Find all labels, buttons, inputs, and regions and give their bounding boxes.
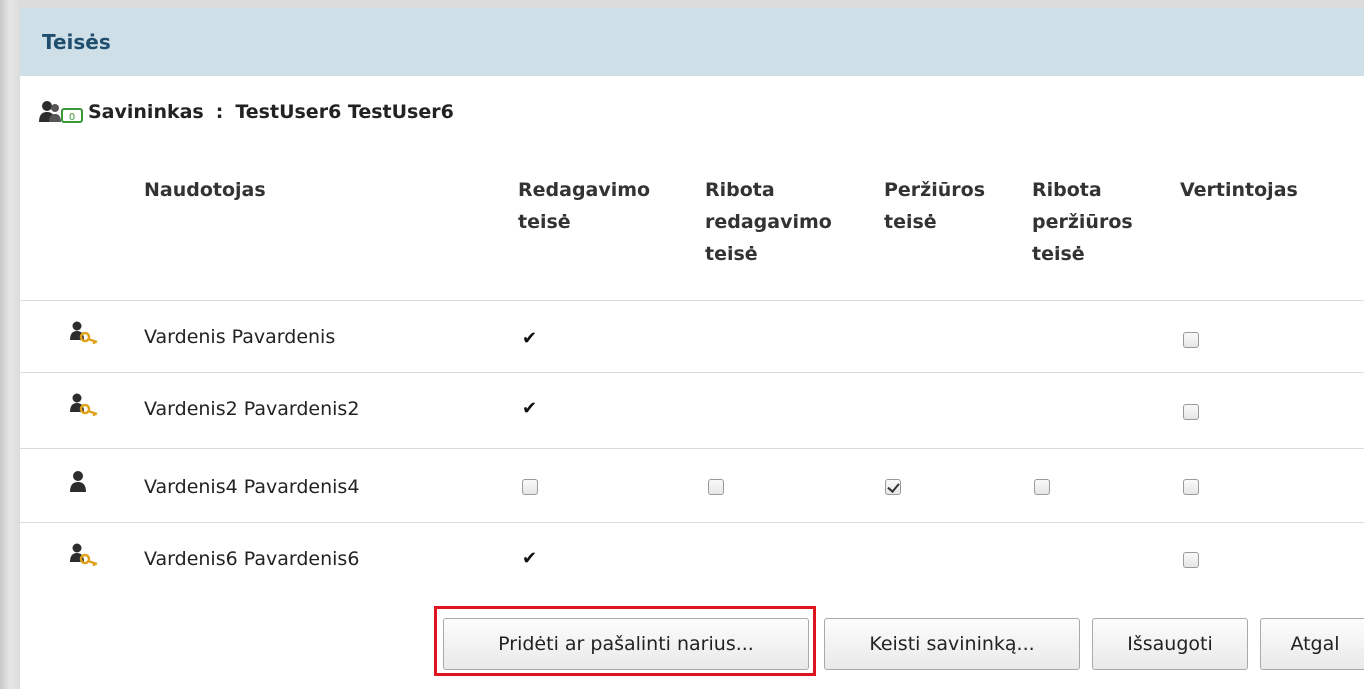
view-permission-checkbox[interactable] — [885, 479, 901, 495]
column-header-limited-edit: Ribota redagavimo teisė — [705, 179, 832, 265]
column-header-limited-view: Ribota peržiūros teisė — [1032, 179, 1133, 265]
user-key-icon — [70, 393, 98, 416]
owner-row: 0 Savininkas : TestUser6 TestUser6 — [38, 100, 454, 124]
limited-edit-permission-checkbox[interactable] — [708, 479, 724, 495]
row-user-name: Vardenis Pavardenis — [144, 326, 336, 348]
panel-title: Teisės — [42, 30, 111, 54]
reviewer-checkbox[interactable] — [1183, 332, 1199, 348]
owner-badge-icon: 0 — [39, 101, 83, 123]
edit-permission-check: ✔ — [522, 328, 538, 349]
reviewer-checkbox[interactable] — [1183, 404, 1199, 420]
limited-view-permission-checkbox[interactable] — [1034, 479, 1050, 495]
save-button[interactable]: Išsaugoti — [1092, 618, 1248, 670]
row-divider — [20, 300, 1364, 301]
owner-label: Savininkas — [88, 101, 204, 123]
row-divider — [20, 372, 1364, 373]
permissions-panel: Teisės 0 Savininkas : TestUser6 TestUser… — [20, 8, 1364, 689]
column-header-edit: Redagavimo teisė — [518, 179, 651, 233]
row-user-name: Vardenis6 Pavardenis6 — [144, 548, 360, 570]
add-remove-members-button[interactable]: Pridėti ar pašalinti narius... — [443, 618, 809, 670]
user-key-icon — [70, 543, 98, 566]
svg-text:0: 0 — [69, 112, 75, 123]
back-button[interactable]: Atgal — [1260, 618, 1364, 670]
change-owner-button[interactable]: Keisti savininką... — [824, 618, 1080, 670]
row-divider — [20, 522, 1364, 523]
row-user-name: Vardenis2 Pavardenis2 — [144, 398, 360, 420]
panel-header: Teisės — [20, 8, 1364, 76]
edit-permission-check: ✔ — [522, 548, 538, 569]
row-divider — [20, 448, 1364, 449]
column-header-user: Naudotojas — [144, 179, 266, 201]
row-user-name: Vardenis4 Pavardenis4 — [144, 476, 360, 498]
user-icon — [70, 471, 86, 492]
column-header-reviewer: Vertintojas — [1180, 179, 1298, 201]
owner-name: TestUser6 TestUser6 — [235, 101, 454, 123]
owner-separator: : — [215, 101, 224, 123]
reviewer-checkbox[interactable] — [1183, 552, 1199, 568]
edit-permission-check: ✔ — [522, 398, 538, 419]
edit-permission-checkbox[interactable] — [522, 479, 538, 495]
user-key-icon — [70, 321, 98, 344]
reviewer-checkbox[interactable] — [1183, 479, 1199, 495]
column-header-view: Peržiūros teisė — [884, 179, 986, 233]
